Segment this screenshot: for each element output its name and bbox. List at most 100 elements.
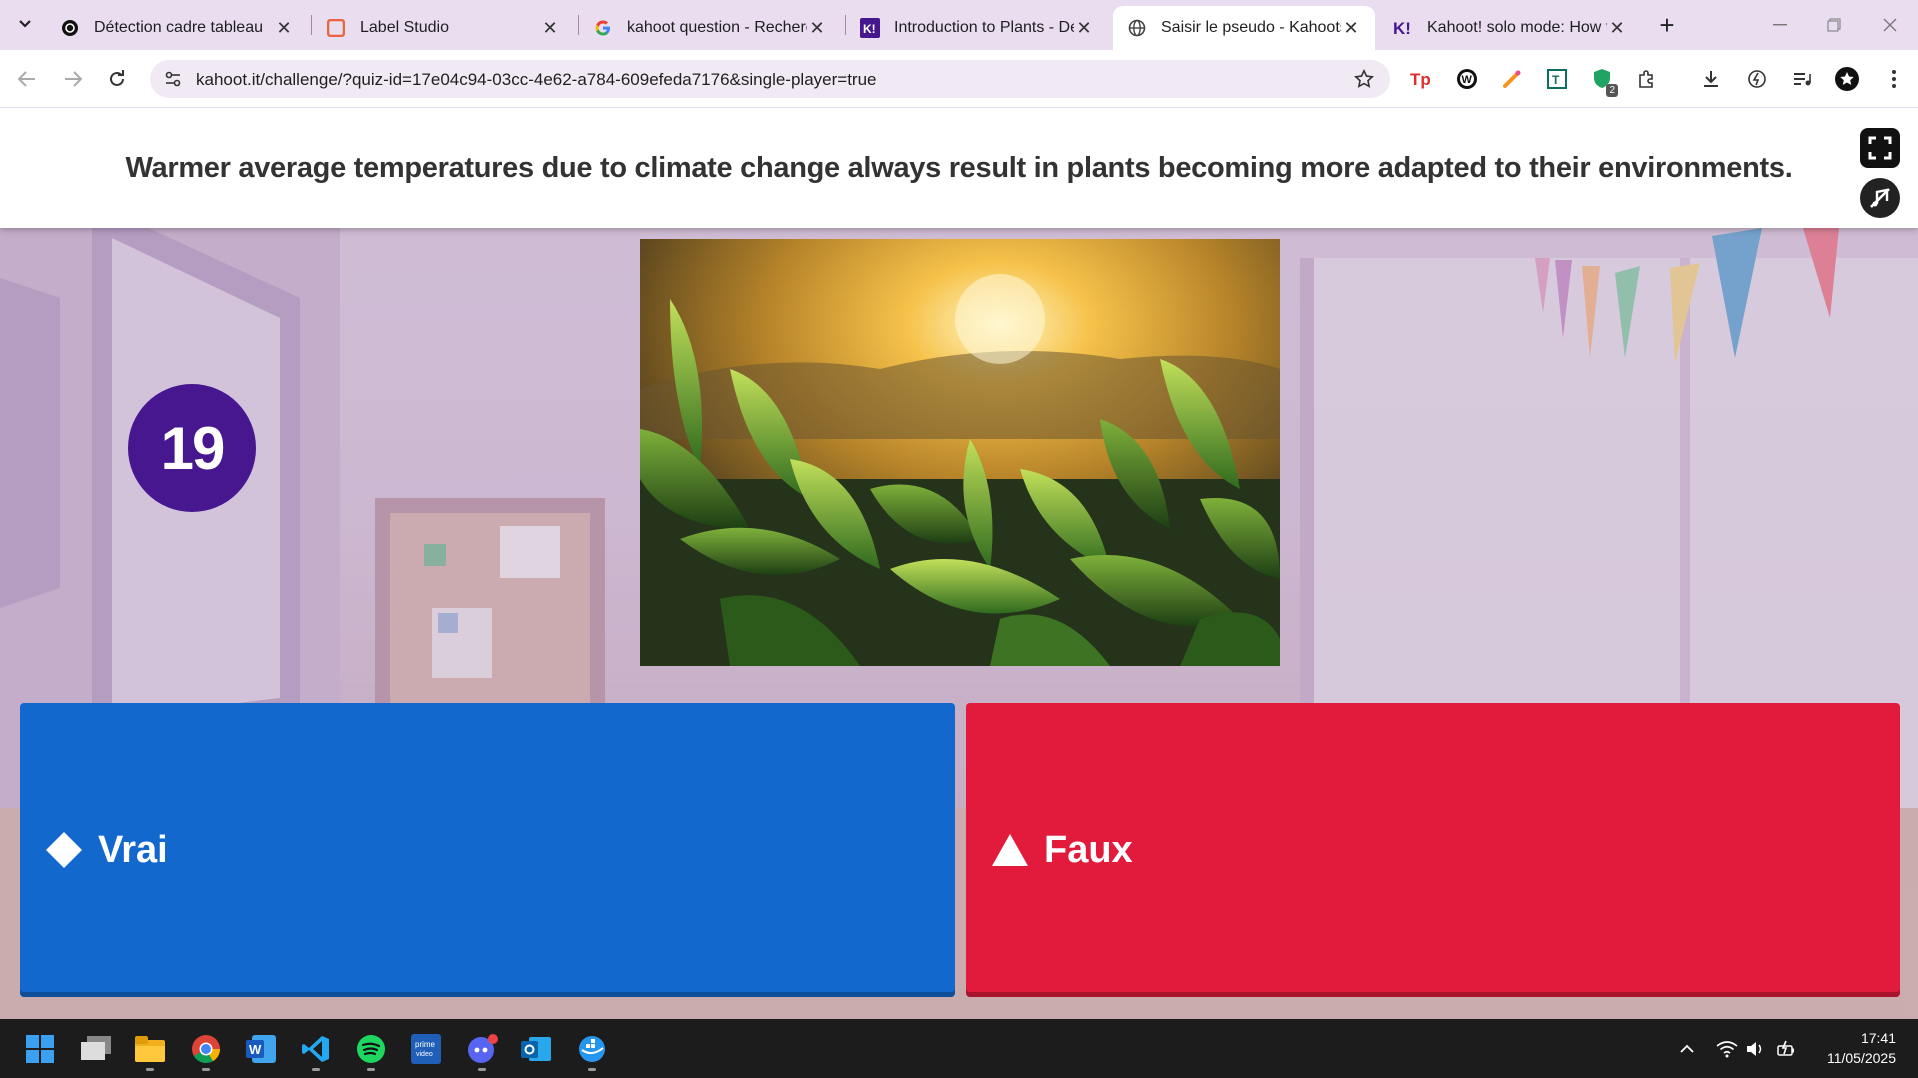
tp-extension-icon[interactable]: Tp (1408, 65, 1436, 93)
google-icon (593, 18, 613, 38)
minimize-button[interactable] (1760, 10, 1800, 40)
profile-avatar-icon[interactable] (1833, 65, 1861, 93)
docker-icon[interactable] (576, 1033, 608, 1071)
tab-label-studio[interactable]: Label Studio ✕ (312, 6, 574, 50)
file-explorer-icon[interactable] (134, 1033, 166, 1071)
restore-icon (1827, 18, 1841, 32)
fullscreen-button[interactable] (1860, 128, 1900, 168)
tab-title: Détection cadre tableau (94, 19, 263, 36)
shield-extension-icon[interactable]: 2 (1588, 65, 1618, 97)
back-button[interactable] (10, 62, 44, 96)
bookmark-star-icon[interactable] (1353, 68, 1375, 94)
browser-menu-icon[interactable] (1880, 65, 1908, 93)
svg-text:K!: K! (1393, 19, 1411, 38)
tab-saisir-pseudo[interactable]: Saisir le pseudo - Kahoots ✕ (1113, 6, 1375, 50)
close-window-button[interactable] (1870, 10, 1910, 40)
windows-start-icon[interactable] (24, 1033, 56, 1065)
reload-icon (110, 70, 124, 86)
wifi-icon[interactable] (1716, 1038, 1738, 1060)
label-studio-icon (326, 18, 346, 38)
countdown-timer: 19 (128, 384, 256, 512)
site-info-icon[interactable] (164, 70, 182, 93)
chatgpt-icon (60, 18, 80, 38)
close-icon[interactable]: ✕ (1074, 18, 1094, 38)
svg-text:K!: K! (863, 22, 876, 36)
tab-kahoot-solo[interactable]: K! Kahoot! solo mode: How to ✕ (1379, 6, 1641, 50)
browser-tab-strip: Détection cadre tableau ✕ Label Studio ✕… (0, 0, 1918, 50)
clock-date: 11/05/2025 (1826, 1050, 1896, 1066)
tea-plant-sunset-image (640, 239, 1280, 666)
chrome-icon[interactable] (190, 1033, 222, 1071)
close-icon[interactable]: ✕ (1341, 18, 1361, 38)
media-control-icon[interactable] (1788, 65, 1816, 93)
w-extension-icon[interactable]: W (1453, 65, 1481, 93)
close-icon[interactable]: ✕ (1607, 18, 1627, 38)
kahoot-icon: K! (860, 18, 880, 38)
new-tab-button[interactable]: + (1652, 10, 1682, 40)
tab-intro-plants[interactable]: K! Introduction to Plants - Dé ✕ (846, 6, 1108, 50)
windows-taskbar: W prime video 17:41 11/05/2025 (0, 1019, 1918, 1078)
svg-text:W: W (249, 1042, 262, 1057)
answer-label: Vrai (98, 828, 168, 871)
volume-icon[interactable] (1744, 1038, 1766, 1060)
discord-icon[interactable] (466, 1033, 498, 1071)
performance-icon[interactable] (1743, 65, 1771, 93)
address-bar[interactable]: kahoot.it/challenge/?quiz-id=17e04c94-03… (150, 60, 1390, 98)
tab-search-button[interactable] (10, 9, 40, 39)
word-icon[interactable]: W (245, 1033, 277, 1065)
question-image (640, 239, 1280, 666)
close-icon[interactable]: ✕ (540, 18, 560, 38)
question-header: Warmer average temperatures due to clima… (0, 108, 1918, 228)
text-extension-icon[interactable]: T (1543, 65, 1571, 93)
tab-title: Label Studio (360, 19, 449, 36)
diamond-icon (44, 830, 84, 870)
system-clock[interactable]: 17:41 11/05/2025 (1827, 1028, 1896, 1068)
download-icon[interactable] (1697, 65, 1725, 93)
color-picker-extension-icon[interactable] (1498, 65, 1526, 93)
restore-button[interactable] (1814, 10, 1854, 40)
chevron-down-icon (19, 20, 31, 28)
answer-button-vrai[interactable]: Vrai (20, 703, 955, 997)
reload-button[interactable] (100, 62, 134, 96)
svg-text:Tp: Tp (1410, 70, 1431, 89)
svg-text:video: video (416, 1051, 433, 1058)
forward-button[interactable] (56, 62, 90, 96)
arrow-left-icon (18, 71, 35, 87)
close-icon[interactable]: ✕ (274, 18, 294, 38)
prime-video-icon[interactable]: prime video (410, 1033, 442, 1065)
fullscreen-icon (1868, 136, 1892, 160)
answer-label: Faux (1044, 828, 1133, 871)
triangle-icon (990, 830, 1030, 870)
music-muted-icon (1870, 188, 1890, 208)
svg-text:T: T (1552, 73, 1560, 87)
tab-title: kahoot question - Recherc (627, 19, 807, 36)
battery-charging-icon[interactable] (1776, 1038, 1798, 1060)
tab-title: Introduction to Plants - Dé (894, 19, 1074, 36)
answer-button-faux[interactable]: Faux (966, 703, 1900, 997)
arrow-right-icon (65, 71, 82, 87)
tab-google-search[interactable]: kahoot question - Recherc ✕ (579, 6, 841, 50)
extension-badge: 2 (1606, 84, 1618, 97)
tab-title: Kahoot! solo mode: How to (1427, 19, 1607, 36)
globe-icon (1127, 18, 1147, 38)
task-view-icon[interactable] (80, 1033, 112, 1065)
kahoot-icon: K! (1393, 18, 1413, 38)
close-icon (1883, 18, 1897, 32)
vscode-icon[interactable] (300, 1033, 332, 1071)
tab-title: Saisir le pseudo - Kahoots (1161, 19, 1341, 36)
tab-chatgpt[interactable]: Détection cadre tableau ✕ (46, 6, 308, 50)
url-text[interactable]: kahoot.it/challenge/?quiz-id=17e04c94-03… (196, 70, 877, 90)
clock-time: 17:41 (1860, 1030, 1896, 1046)
outlook-icon[interactable] (520, 1033, 552, 1065)
svg-text:W: W (1462, 74, 1473, 86)
spotify-icon[interactable] (355, 1033, 387, 1071)
svg-text:prime: prime (415, 1040, 436, 1049)
kahoot-game-page: Warmer average temperatures due to clima… (0, 108, 1918, 1019)
chevron-up-icon[interactable] (1676, 1038, 1698, 1060)
browser-toolbar: kahoot.it/challenge/?quiz-id=17e04c94-03… (0, 50, 1918, 108)
minimize-icon (1773, 24, 1787, 26)
question-text: Warmer average temperatures due to clima… (125, 151, 1793, 184)
close-icon[interactable]: ✕ (807, 18, 827, 38)
extensions-puzzle-icon[interactable] (1633, 65, 1661, 93)
mute-button[interactable] (1860, 178, 1900, 218)
